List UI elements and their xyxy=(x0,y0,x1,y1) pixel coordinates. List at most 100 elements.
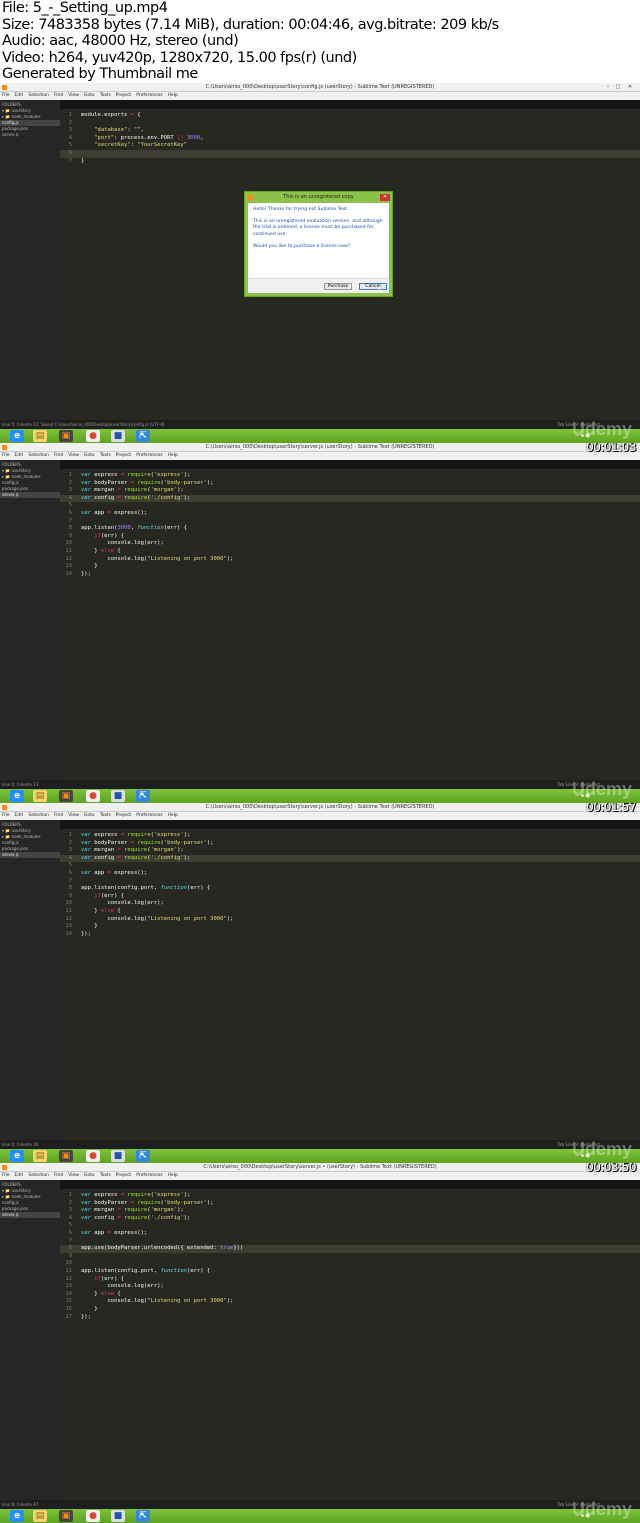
maximize-button[interactable]: □ xyxy=(614,84,622,90)
internet-explorer-icon[interactable]: e xyxy=(10,1510,24,1522)
sublime-text-icon[interactable]: ▣ xyxy=(59,430,73,442)
line-number: 12 xyxy=(65,1275,72,1282)
menu-item-edit[interactable]: Edit xyxy=(15,813,24,818)
code-line: 2 var bodyParser = require('body-parser')… xyxy=(60,480,640,488)
sublime-text-icon[interactable]: ▣ xyxy=(59,1150,73,1162)
internet-explorer-icon[interactable]: e xyxy=(10,1150,24,1162)
remote-icon[interactable]: ⇱ xyxy=(136,1510,150,1522)
sidebar-item[interactable]: server.js xyxy=(0,132,60,138)
menu-item-tools[interactable]: Tools xyxy=(100,453,111,458)
remote-icon[interactable]: ⇱ xyxy=(136,790,150,802)
menu-item-file[interactable]: File xyxy=(2,93,10,98)
app-icon[interactable]: ■ xyxy=(111,1150,125,1162)
chrome-icon[interactable]: ● xyxy=(86,430,100,442)
menu-item-selection[interactable]: Selection xyxy=(28,453,49,458)
remote-icon[interactable]: ⇱ xyxy=(136,1150,150,1162)
file-explorer-icon[interactable]: ▤ xyxy=(33,430,47,442)
sublime-text-icon[interactable]: ▣ xyxy=(59,1510,73,1522)
app-icon[interactable]: ■ xyxy=(111,1510,125,1522)
menu-item-selection[interactable]: Selection xyxy=(28,1173,49,1178)
menu-item-preferences[interactable]: Preferences xyxy=(136,93,162,98)
line-number: 16 xyxy=(65,1305,72,1312)
menu-item-file[interactable]: File xyxy=(2,813,10,818)
menu-item-project[interactable]: Project xyxy=(116,1173,131,1178)
close-button[interactable]: ✕ xyxy=(626,84,634,90)
menu-item-project[interactable]: Project xyxy=(116,813,131,818)
code-editor[interactable]: 1 var express = require('express'); 2 var b… xyxy=(60,469,640,780)
line-number: 15 xyxy=(65,1298,72,1305)
line-number: 3 xyxy=(68,127,72,134)
menu-item-help[interactable]: Help xyxy=(168,93,178,98)
chrome-icon[interactable]: ● xyxy=(86,1510,100,1522)
sidebar-item[interactable]: server.js xyxy=(0,1212,60,1218)
remote-icon[interactable]: ⇱ xyxy=(136,430,150,442)
minimize-button[interactable]: – xyxy=(604,84,612,90)
dialog-close-button[interactable]: ✕ xyxy=(380,194,390,201)
window-title: C:\Users\airso_000\Desktop\userStory\ser… xyxy=(205,804,435,810)
menu-item-help[interactable]: Help xyxy=(168,813,178,818)
menu-item-selection[interactable]: Selection xyxy=(28,813,49,818)
line-number: 7 xyxy=(68,517,72,524)
menu-item-help[interactable]: Help xyxy=(168,1173,178,1178)
menu-item-find[interactable]: Find xyxy=(54,93,63,98)
menu-item-view[interactable]: View xyxy=(68,1173,79,1178)
status-bar: Line 4, Column 34 Tab Size: 4 JavaScript xyxy=(0,1140,640,1149)
code-line: 3 var morgan = require('morgan'); xyxy=(60,847,640,855)
line-number: 8 xyxy=(68,885,72,892)
code-line: 4 "port": process.env.PORT || 3000, xyxy=(60,135,640,143)
menu-item-project[interactable]: Project xyxy=(116,453,131,458)
sidebar-item[interactable]: server.js xyxy=(0,492,60,498)
menu-item-goto[interactable]: Goto xyxy=(84,453,95,458)
tab-bar: server.jsconfig.jspackage.json xyxy=(60,1180,640,1198)
menu-item-preferences[interactable]: Preferences xyxy=(136,1173,162,1178)
dialog-title-bar: This is an unregistered copy ✕ xyxy=(245,192,392,203)
menu-item-tools[interactable]: Tools xyxy=(100,1173,111,1178)
code-line: 5 xyxy=(60,502,640,510)
menu-item-edit[interactable]: Edit xyxy=(15,1173,24,1178)
file-explorer-icon[interactable]: ▤ xyxy=(33,790,47,802)
menu-item-file[interactable]: File xyxy=(2,453,10,458)
internet-explorer-icon[interactable]: e xyxy=(10,790,24,802)
sublime-text-icon[interactable]: ▣ xyxy=(59,790,73,802)
code-line: 5 xyxy=(60,1222,640,1230)
status-text: Line 5, Column 12; Saved C:\Users\airso_… xyxy=(2,422,165,427)
code-line: 14}); xyxy=(60,571,640,579)
internet-explorer-icon[interactable]: e xyxy=(10,430,24,442)
status-bar: Line 8, Column 47 Tab Size: 4 JavaScript xyxy=(0,1500,640,1509)
menu-item-find[interactable]: Find xyxy=(54,813,63,818)
chrome-icon[interactable]: ● xyxy=(86,1150,100,1162)
menu-item-find[interactable]: Find xyxy=(54,453,63,458)
line-number: 7 xyxy=(68,1237,72,1244)
chrome-icon[interactable]: ● xyxy=(86,790,100,802)
menu-item-find[interactable]: Find xyxy=(54,1173,63,1178)
code-editor[interactable]: 1 var express = require('express'); 2 var b… xyxy=(60,829,640,1140)
menu-item-preferences[interactable]: Preferences xyxy=(136,453,162,458)
menu-item-file[interactable]: File xyxy=(2,1173,10,1178)
file-explorer-icon[interactable]: ▤ xyxy=(33,1150,47,1162)
menu-item-goto[interactable]: Goto xyxy=(84,1173,95,1178)
menu-item-help[interactable]: Help xyxy=(168,453,178,458)
menu-item-view[interactable]: View xyxy=(68,813,79,818)
code-editor[interactable]: 1 var express = require('express'); 2 var b… xyxy=(60,1189,640,1500)
menu-item-tools[interactable]: Tools xyxy=(100,813,111,818)
menu-item-view[interactable]: View xyxy=(68,453,79,458)
sidebar-item[interactable]: server.js xyxy=(0,852,60,858)
menu-item-goto[interactable]: Goto xyxy=(84,813,95,818)
menu-item-edit[interactable]: Edit xyxy=(15,453,24,458)
line-number: 14 xyxy=(65,930,72,937)
app-icon[interactable]: ■ xyxy=(111,430,125,442)
app-icon[interactable]: ■ xyxy=(111,790,125,802)
menu-item-project[interactable]: Project xyxy=(116,93,131,98)
file-explorer-icon[interactable]: ▤ xyxy=(33,1510,47,1522)
menu-item-goto[interactable]: Goto xyxy=(84,93,95,98)
menu-item-edit[interactable]: Edit xyxy=(15,93,24,98)
menu-item-tools[interactable]: Tools xyxy=(100,93,111,98)
udemy-watermark: Udemy xyxy=(571,1139,632,1159)
line-number: 1 xyxy=(68,112,72,118)
window-title-bar: C:\Users\airso_000\Desktop\userStory\ser… xyxy=(0,443,640,452)
menu-item-selection[interactable]: Selection xyxy=(28,93,49,98)
menu-item-view[interactable]: View xyxy=(68,93,79,98)
menu-item-preferences[interactable]: Preferences xyxy=(136,813,162,818)
purchase-button[interactable]: Purchase xyxy=(324,283,352,290)
tab-bar: server.jsconfig.jspackage.json xyxy=(60,820,640,838)
